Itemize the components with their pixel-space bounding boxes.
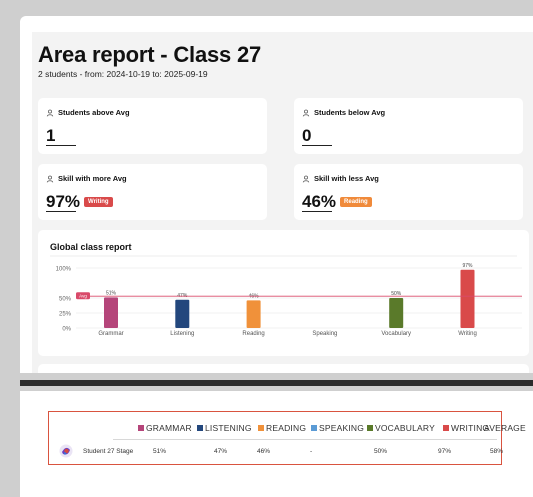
kpi-students-below-avg: Students below Avg 0	[294, 98, 523, 154]
kpi-skill-less-avg: Skill with less Avg 46% Reading	[294, 164, 523, 220]
column-header-average: AVERAGE	[484, 423, 526, 433]
bar-reading	[246, 300, 261, 328]
cell-listening: 47%	[214, 448, 228, 455]
kpi-value: 97%	[46, 192, 81, 211]
kpi-underline	[46, 211, 76, 212]
next-card	[38, 364, 529, 373]
cell-vocabulary: 50%	[374, 448, 388, 455]
user-icon	[46, 175, 54, 182]
cell-average: 58%	[490, 448, 504, 455]
y-tick-label: 100%	[56, 267, 72, 273]
user-icon	[302, 109, 310, 116]
bar-writing	[460, 269, 475, 328]
skill-badge-writing: Writing	[84, 197, 113, 207]
kpi-students-above-avg: Students above Avg 1	[38, 98, 267, 154]
y-tick-label: 50%	[59, 297, 72, 303]
kpi-underline	[46, 145, 76, 146]
y-tick-label: 0%	[62, 327, 71, 333]
column-header-vocabulary: VOCABULARY	[367, 423, 435, 433]
column-header-label: READING	[266, 423, 307, 433]
table-header: GRAMMAR LISTENING READING SPEAKING VOCABULAR…	[49, 423, 526, 435]
x-tick-label: Grammar	[98, 331, 123, 337]
column-header-writing: WRITING	[443, 423, 489, 433]
column-header-listening: LISTENING	[197, 423, 252, 433]
bar-listening	[175, 299, 190, 328]
kpi-underline	[302, 145, 332, 146]
column-header-label: LISTENING	[205, 423, 252, 433]
report-panel: Area report - Class 27 2 students - from…	[20, 16, 533, 373]
kpi-label: Skill with more Avg	[58, 174, 127, 183]
column-header-reading: READING	[258, 423, 306, 433]
column-header-grammar: GRAMMAR	[138, 423, 192, 433]
data-label: 97%	[462, 263, 473, 269]
legend-swatch	[197, 425, 203, 431]
column-header-label: GRAMMAR	[146, 423, 192, 433]
kpi-label: Students above Avg	[58, 108, 130, 117]
legend-swatch	[367, 425, 373, 431]
legend-swatch	[138, 425, 144, 431]
bar-vocabulary	[389, 298, 404, 328]
x-tick-label: Vocabulary	[381, 331, 411, 337]
avg-label: Avg	[79, 294, 87, 299]
cell-speaking: -	[310, 448, 313, 455]
column-header-label: VOCABULARY	[375, 423, 435, 433]
kpi-value: 0	[302, 126, 312, 145]
global-class-report-chart: 100%50%25%0%51%Grammar47%Listening46%Rea…	[50, 255, 522, 337]
legend-swatch	[311, 425, 317, 431]
user-icon	[302, 175, 310, 182]
table-divider	[113, 439, 497, 440]
kpi-value: 1	[46, 126, 56, 145]
report-subtitle: 2 students - from: 2024-10-19 to: 2025-0…	[38, 69, 208, 79]
section-divider	[20, 380, 533, 386]
column-header-label: AVERAGE	[484, 423, 526, 433]
legend-swatch	[258, 425, 264, 431]
kpi-label: Students below Avg	[314, 108, 386, 117]
student-name[interactable]: Student 27 Stage	[83, 448, 133, 455]
x-tick-label: Speaking	[312, 331, 337, 337]
report-content: Area report - Class 27 2 students - from…	[32, 32, 533, 373]
table-row[interactable]: Student 27 Stage 51% 47% 46% - 50% 97% 58%	[49, 444, 504, 460]
page-title: Area report - Class 27	[38, 42, 262, 67]
user-icon	[46, 109, 54, 116]
kpi-label: Skill with less Avg	[314, 174, 379, 183]
kpi-skill-more-avg: Skill with more Avg 97% Writing	[38, 164, 267, 220]
kpi-underline	[302, 211, 332, 212]
bar-grammar	[104, 297, 118, 328]
cell-writing: 97%	[438, 448, 452, 455]
cell-grammar: 51%	[153, 448, 167, 455]
column-header-speaking: SPEAKING	[311, 423, 364, 433]
avatar	[59, 444, 73, 458]
column-header-label: SPEAKING	[319, 423, 365, 433]
x-tick-label: Reading	[242, 331, 264, 337]
kpi-value: 46%	[302, 192, 337, 211]
y-tick-label: 25%	[59, 312, 72, 318]
table-panel: GRAMMAR LISTENING READING SPEAKING VOCABULAR…	[20, 391, 533, 497]
cell-reading: 46%	[257, 448, 271, 455]
skills-table: GRAMMAR LISTENING READING SPEAKING VOCABULAR…	[48, 411, 526, 465]
legend-swatch	[443, 425, 449, 431]
skill-badge-reading: Reading	[340, 197, 372, 207]
data-label: 51%	[106, 290, 117, 296]
global-class-report-card: Global class report 100% 50% 25% 0% 51% Gramm…	[38, 230, 529, 356]
x-tick-label: Writing	[458, 331, 477, 337]
x-tick-label: Listening	[170, 331, 194, 337]
